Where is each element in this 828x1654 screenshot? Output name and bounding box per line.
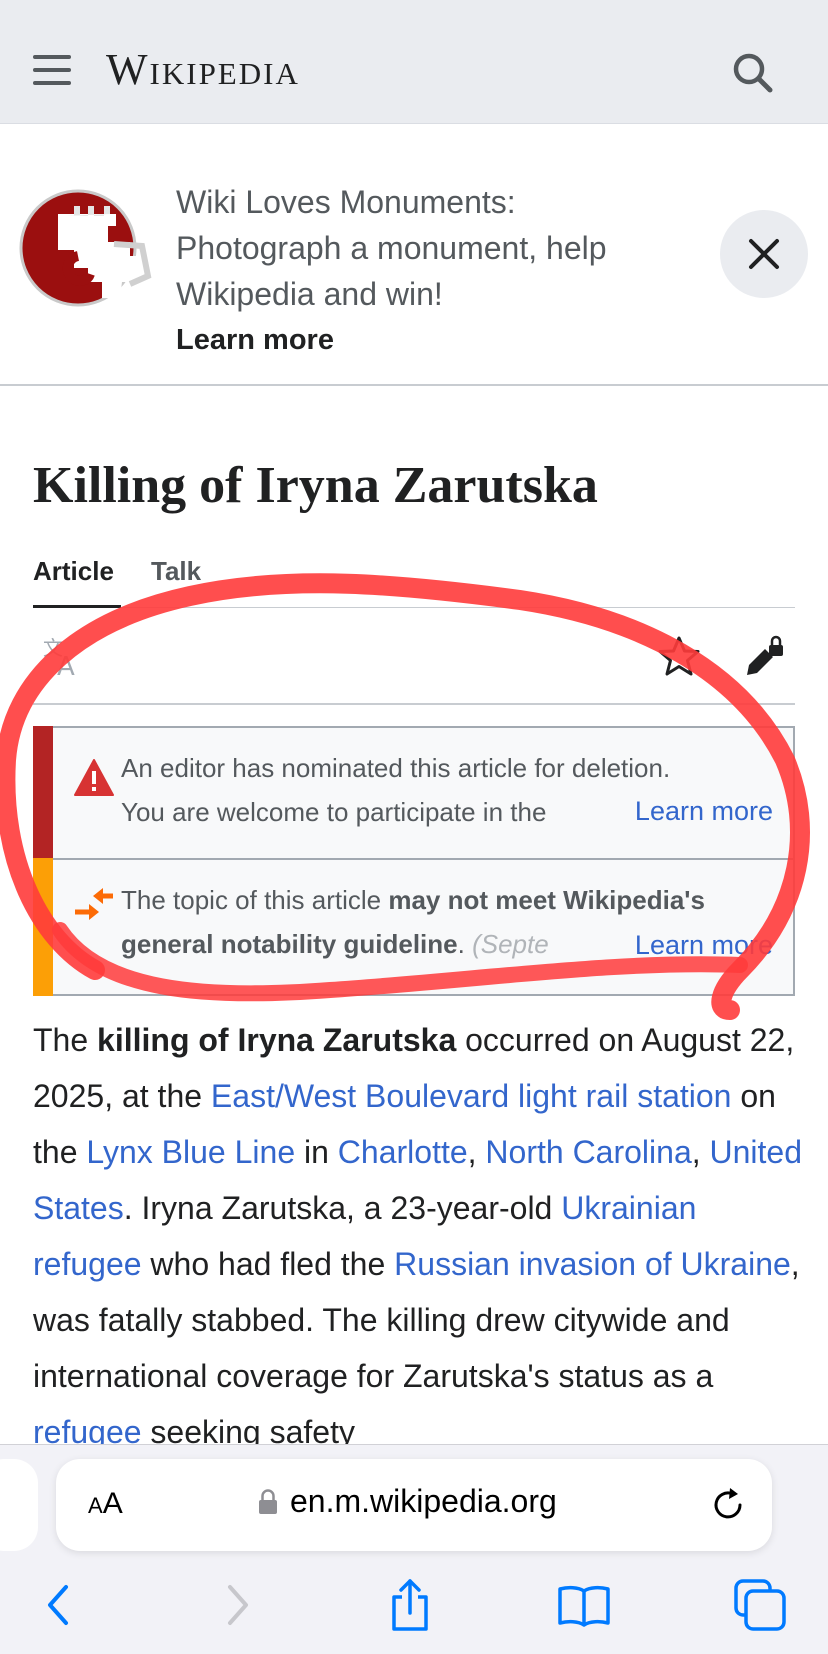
back-chevron-icon[interactable] <box>30 1577 86 1633</box>
notice-line-1: The topic of this article may not meet W… <box>121 885 705 915</box>
menu-icon[interactable] <box>33 55 71 85</box>
banner-message: Wiki Loves Monuments: Photograph a monum… <box>176 184 607 312</box>
link-charlotte[interactable]: Charlotte <box>338 1134 468 1170</box>
link-north-carolina[interactable]: North Carolina <box>485 1134 691 1170</box>
notice-accent-bar <box>33 858 53 996</box>
deletion-notice: An editor has nominated this article for… <box>33 726 795 860</box>
reader-settings-button[interactable]: AA <box>88 1487 123 1521</box>
wiki-loves-monuments-logo <box>18 186 158 316</box>
url-text: en.m.wikipedia.org <box>290 1483 557 1519</box>
link-lynx-blue-line[interactable]: Lynx Blue Line <box>86 1134 295 1170</box>
tabs-overview-icon[interactable] <box>732 1577 788 1633</box>
banner-learn-more-link[interactable]: Learn more <box>176 324 334 357</box>
wikipedia-wordmark[interactable]: Wikipedia <box>106 44 300 95</box>
page-actions-toolbar: 文 A <box>33 609 795 705</box>
merge-arrows-icon <box>73 886 115 926</box>
notability-notice: The topic of this article may not meet W… <box>33 858 795 996</box>
share-icon[interactable] <box>382 1577 438 1633</box>
watchlist-star-icon[interactable] <box>655 633 703 681</box>
search-icon[interactable] <box>728 48 778 98</box>
warning-icon <box>73 758 115 798</box>
campaign-banner: Wiki Loves Monuments: Photograph a monum… <box>0 124 828 386</box>
link-russian-invasion[interactable]: Russian invasion of Ukraine <box>394 1246 791 1282</box>
article-lead-paragraph: The killing of Iryna Zarutska occurred o… <box>33 1022 803 1450</box>
forward-chevron-icon[interactable] <box>210 1577 266 1633</box>
notice-accent-bar <box>33 726 53 860</box>
bookmarks-book-icon[interactable] <box>556 1577 612 1633</box>
banner-close-button[interactable] <box>720 210 808 298</box>
notice-line-2: general notability guideline. (Septe <box>121 929 549 959</box>
address-bar[interactable]: AA en.m.wikipedia.org <box>56 1459 772 1551</box>
lock-icon <box>258 1489 278 1515</box>
notice-learn-more-link[interactable]: Learn more <box>616 796 773 827</box>
edit-locked-icon[interactable] <box>741 633 789 681</box>
language-icon[interactable]: 文 A <box>41 633 89 682</box>
browser-bottom-bar: AA en.m.wikipedia.org <box>0 1444 828 1654</box>
tab-talk[interactable]: Talk <box>151 556 201 587</box>
tab-article[interactable]: Article <box>33 556 121 608</box>
notice-line-2: You are welcome to participate in the <box>121 797 547 827</box>
page-tabs: Article Talk <box>33 554 795 608</box>
previous-tab-preview[interactable] <box>0 1459 38 1551</box>
notice-line-1: An editor has nominated this article for… <box>121 753 671 783</box>
close-icon <box>749 239 779 269</box>
reload-icon[interactable] <box>708 1485 748 1525</box>
page-title: Killing of Iryna Zarutska <box>33 457 598 514</box>
svg-text:A: A <box>57 652 75 681</box>
notice-learn-more-link[interactable]: Learn more <box>616 930 773 961</box>
wikipedia-header: Wikipedia <box>0 0 828 124</box>
link-east-west-station[interactable]: East/West Boulevard light rail station <box>211 1078 732 1114</box>
